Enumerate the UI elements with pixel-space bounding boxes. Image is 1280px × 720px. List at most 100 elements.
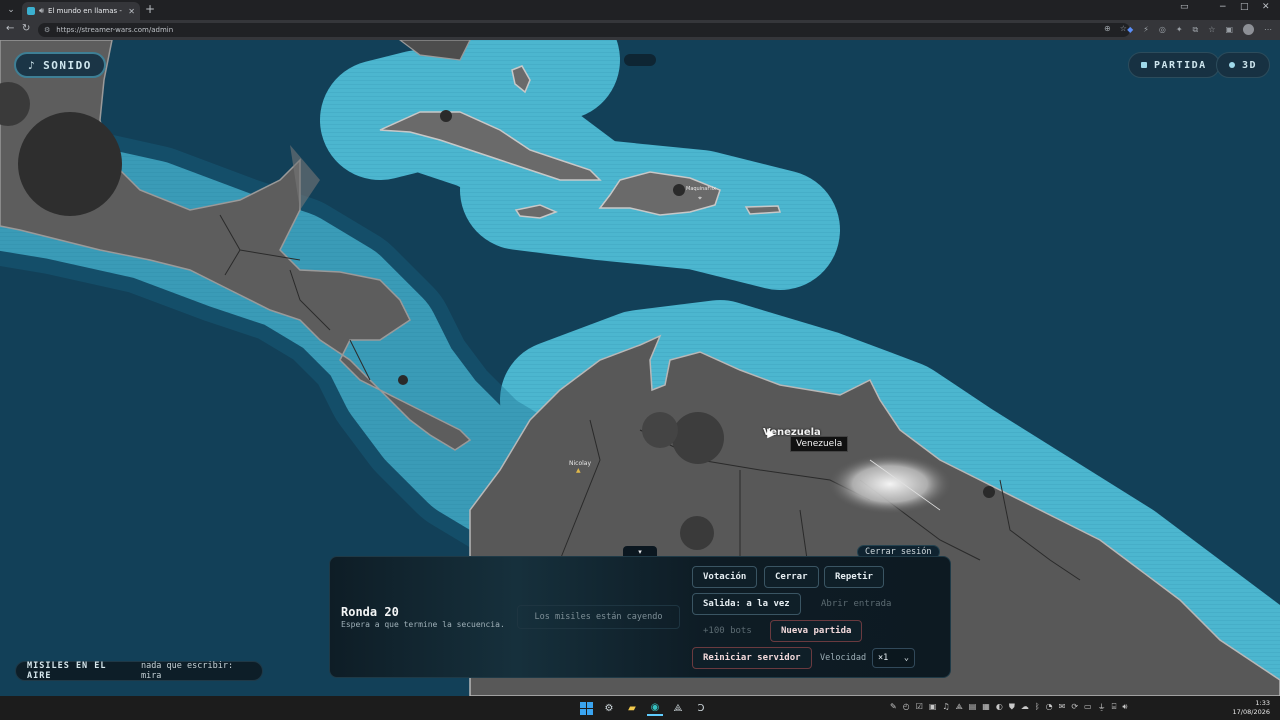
tab-search-icon[interactable]: ⌄ (4, 3, 18, 17)
speed-select[interactable]: ×1 ⌄ (872, 648, 915, 668)
vote-button[interactable]: Votación (692, 566, 758, 588)
bookmark-star-icon[interactable]: ☆ (1120, 24, 1127, 33)
view-3d-label: 3D (1242, 59, 1258, 71)
tray-discord-icon[interactable]: ◐ (996, 702, 1003, 713)
tray-shield-icon[interactable]: ⛊ (1009, 702, 1015, 713)
minimize-button[interactable]: − (1219, 2, 1227, 12)
extension-circle-icon[interactable]: ◎ (1159, 25, 1166, 34)
match-square-icon (1141, 62, 1147, 68)
player-pin-icon: ▲ (576, 467, 581, 474)
land-puerto-rico (744, 205, 782, 215)
country-tooltip: Venezuela (790, 436, 849, 452)
browser-toolbar: ← ↻ ⚙ https://streamer-wars.com/admin ⊕ … (0, 20, 1280, 40)
impact-crater (672, 412, 724, 464)
maximize-button[interactable]: □ (1240, 2, 1249, 12)
reload-icon[interactable]: ↻ (22, 23, 30, 34)
match-button[interactable]: PARTIDA (1128, 52, 1220, 78)
tray-check-icon[interactable]: ☑ (916, 702, 923, 713)
new-match-button[interactable]: Nueva partida (770, 620, 863, 642)
back-arrow-icon[interactable]: ← (6, 23, 14, 34)
open-entry-button[interactable]: Abrir entrada (810, 593, 902, 615)
impact-crater (440, 110, 452, 122)
player-marker-label[interactable]: Nicolay (569, 460, 591, 467)
tray-app-icon[interactable]: ▣ (929, 702, 937, 713)
close-tab-icon[interactable]: ✕ (128, 7, 135, 16)
tray-bt-icon[interactable]: ᛒ (1035, 702, 1040, 713)
extension-blue-icon[interactable]: ◆ (1127, 25, 1133, 34)
impact-crater (673, 184, 685, 196)
missiles-label: MISILES EN EL AIRE (27, 661, 107, 681)
tray-headset-icon[interactable]: ♫ (942, 702, 949, 713)
speed-value: ×1 (878, 653, 889, 663)
music-note-icon: ♪ (28, 58, 37, 72)
tray-monitor-icon[interactable]: ▭ (1084, 702, 1092, 713)
extension-bolt-icon[interactable]: ⚡ (1143, 25, 1149, 34)
settings-app-icon[interactable]: ⚙ (601, 700, 617, 716)
speed-label: Velocidad (820, 653, 867, 663)
target-crosshair-icon: ⌖ (698, 194, 702, 202)
round-status: Los misiles están cayendo (517, 605, 680, 629)
missiles-status-bar: MISILES EN EL AIRE nada que escribir: mi… (15, 661, 263, 681)
windows-taskbar: ⚙ ▰ ◉ ⟁ Ↄ ✎ ◴ ☑ ▣ ♫ ⟁ ▤ ▦ ◐ ⛊ ☁ ᛒ ◔ ✉ ⟳ … (0, 696, 1280, 720)
address-bar[interactable]: ⚙ https://streamer-wars.com/admin (38, 23, 1130, 37)
new-tab-button[interactable]: + (145, 2, 155, 16)
view-3d-button[interactable]: 3D (1216, 52, 1271, 78)
site-info-icon[interactable]: ⚙ (44, 26, 50, 34)
clock-date: 17/08/2026 (1232, 708, 1270, 716)
favorites-icon[interactable]: ☆ (1208, 25, 1215, 34)
sound-label: SONIDO (43, 58, 92, 72)
impact-crater (680, 516, 714, 550)
collections-icon[interactable]: ▣ (1225, 25, 1233, 34)
system-tray: ✎ ◴ ☑ ▣ ♫ ⟁ ▤ ▦ ◐ ⛊ ☁ ᛒ ◔ ✉ ⟳ ▭ ⏚ ⌸ 🔊︎ (890, 702, 1127, 713)
tray-chat-icon[interactable]: ◔ (1046, 702, 1053, 713)
tray-mail-icon[interactable]: ✉ (1059, 702, 1066, 713)
file-explorer-icon[interactable]: ▰ (624, 700, 640, 716)
tray-usb-icon[interactable]: ⏚ (1098, 702, 1106, 713)
extensions-icon[interactable]: ⧉ (1193, 25, 1199, 35)
tab-title: El mundo en llamas - director (48, 7, 124, 15)
site-favicon-icon (27, 7, 35, 15)
sound-toggle-button[interactable]: ♪ SONIDO (14, 52, 106, 78)
close-window-button[interactable]: ✕ (1262, 2, 1270, 12)
round-title: Ronda 20 (341, 605, 399, 619)
zoom-icon[interactable]: ⊕ (1104, 24, 1111, 33)
tray-pen-icon[interactable]: ✎ (890, 702, 897, 713)
impact-crater (983, 486, 995, 498)
tray-gpu-icon[interactable]: ▤ (969, 702, 977, 713)
profile-avatar[interactable] (1243, 24, 1254, 35)
address-url: https://streamer-wars.com/admin (56, 26, 174, 34)
impact-crater (18, 112, 122, 216)
view-dot-icon (1229, 62, 1235, 68)
player-marker-label[interactable]: MaquinaFlix (686, 186, 716, 192)
match-label: PARTIDA (1154, 59, 1207, 71)
app-c-icon[interactable]: Ↄ (693, 700, 709, 716)
taskbar-clock[interactable]: 1:33 17/08/2026 (1233, 699, 1270, 717)
browser-tab[interactable]: 🔊︎ El mundo en llamas - director ✕ (22, 2, 140, 20)
tray-steam-icon[interactable]: ⟁ (956, 702, 963, 713)
edge-browser-icon[interactable]: ◉ (647, 700, 663, 716)
repeat-button[interactable]: Repetir (824, 566, 884, 588)
extension-puzzle-icon[interactable]: ✦ (1176, 25, 1183, 34)
missiles-value: nada que escribir: mira (140, 661, 234, 681)
speaker-icon[interactable]: 🔊︎ (39, 6, 44, 16)
add-bots-button[interactable]: +100 bots (692, 620, 763, 642)
steam-icon[interactable]: ⟁ (670, 700, 686, 716)
tray-update-icon[interactable]: ⟳ (1071, 702, 1078, 713)
tray-grid-icon[interactable]: ▦ (982, 702, 990, 713)
profile-window-icon[interactable]: ▭ (1180, 2, 1189, 12)
game-viewport[interactable]: ♪ SONIDO PARTIDA 3D MaquinaFlix ⌖ Nicola… (0, 40, 1280, 696)
tray-network-icon[interactable]: ⌸ (1112, 702, 1117, 713)
round-subtitle: Espera a que termine la secuencia. (341, 620, 505, 629)
close-button[interactable]: Cerrar (764, 566, 819, 588)
restart-server-button[interactable]: Reiniciar servidor (692, 647, 812, 669)
exit-mode-button[interactable]: Salida: a la vez (692, 593, 801, 615)
menu-dots-icon[interactable]: ⋯ (1264, 25, 1272, 34)
impact-crater (642, 412, 678, 448)
browser-tabstrip: ⌄ 🔊︎ El mundo en llamas - director ✕ + ▭… (0, 0, 1280, 20)
impact-crater (398, 375, 408, 385)
tray-cloud-icon[interactable]: ☁ (1021, 702, 1029, 713)
tray-volume-icon[interactable]: 🔊︎ (1122, 702, 1127, 713)
tray-clock-icon[interactable]: ◴ (903, 702, 910, 713)
start-button[interactable] (578, 700, 594, 716)
clock-time: 1:33 (1255, 699, 1270, 707)
